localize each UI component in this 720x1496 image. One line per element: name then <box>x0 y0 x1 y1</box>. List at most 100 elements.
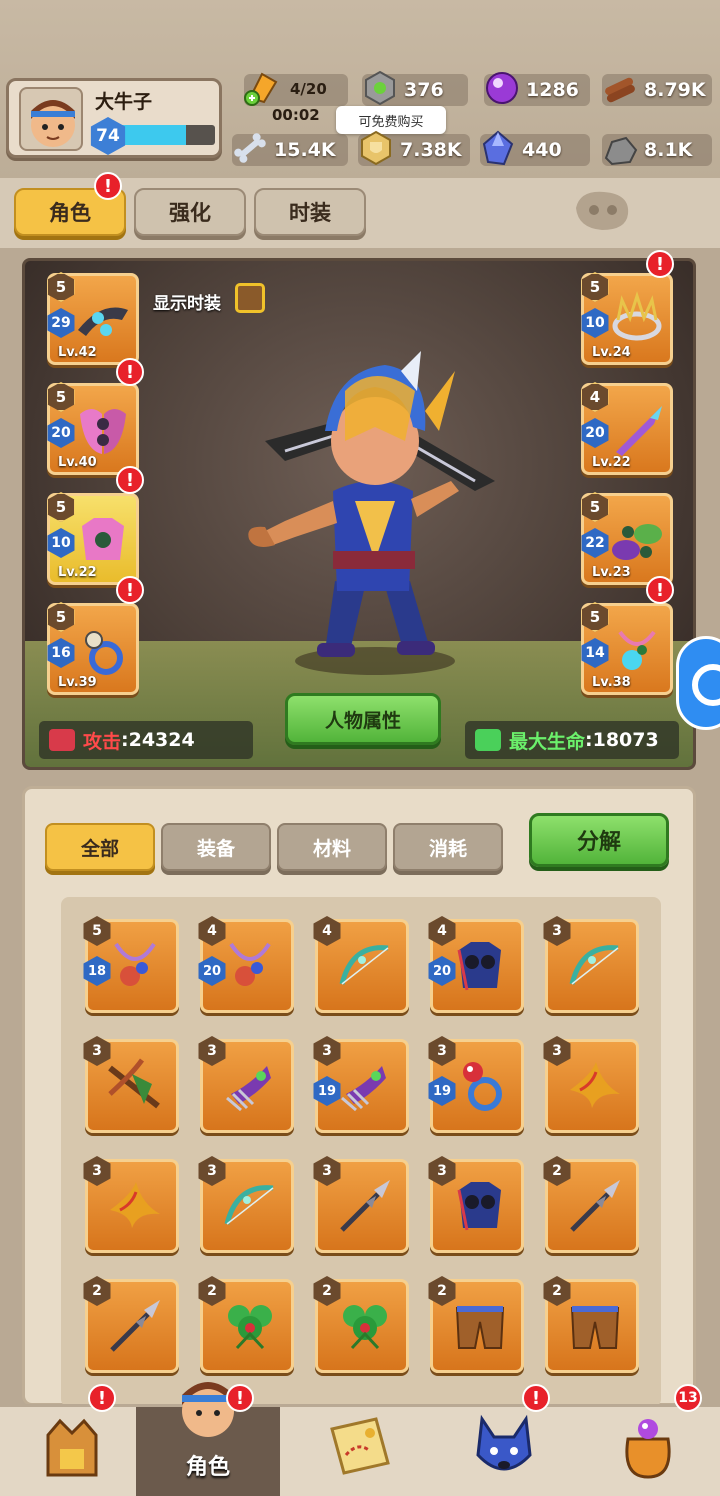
clover-icon <box>343 1305 387 1350</box>
item-level-label: Lv.38 <box>592 675 631 690</box>
purple-orb-icon <box>486 72 518 104</box>
shoulder-armor-icon <box>80 409 126 454</box>
nav-throne[interactable] <box>0 1407 144 1496</box>
filter-all[interactable]: 全部 <box>45 823 155 871</box>
inventory-item[interactable]: 3 <box>543 1036 639 1133</box>
purple-gem-resource[interactable]: 1286 <box>484 72 590 106</box>
inventory-item[interactable]: 2 <box>428 1276 524 1373</box>
tab-enhance[interactable]: 强化 <box>134 188 246 236</box>
stone-resource[interactable]: 8.1K <box>602 134 712 166</box>
nav-throne-alert-icon: ! <box>88 1384 116 1412</box>
filter-materials[interactable]: 材料 <box>277 823 387 871</box>
xp-bar <box>117 125 215 145</box>
inventory-item[interactable]: 2 <box>198 1276 294 1373</box>
equip-slot-armor[interactable]: 5 10 Lv.22 <box>47 492 139 585</box>
inventory-item[interactable]: 4 <box>313 916 409 1013</box>
equip-slot-necklace[interactable]: 5 14 Lv.38 <box>581 602 673 695</box>
bone-resource[interactable]: 15.4K <box>232 133 348 166</box>
ring-icon <box>85 631 123 675</box>
hp-stat: 最大生命 :18073 <box>465 721 679 759</box>
stone-icon <box>604 136 638 166</box>
inventory-item[interactable]: 3 <box>543 916 639 1013</box>
inventory-item[interactable]: 3 <box>198 1156 294 1253</box>
stone-value: 8.1K <box>644 139 693 161</box>
wood-value: 8.79K <box>644 79 706 101</box>
equip-alert-icon: ! <box>116 358 144 386</box>
nav-character-alert-icon: ! <box>226 1384 254 1412</box>
item-level-label: Lv.39 <box>58 675 97 690</box>
heart-icon <box>475 729 501 751</box>
spear-tip-icon <box>616 406 662 456</box>
xp-bar-fill <box>117 125 186 145</box>
equip-slot-weapon[interactable]: 5 29 Lv.42 <box>47 272 139 365</box>
spear-icon <box>110 1300 160 1352</box>
inventory-item[interactable]: 5 18 <box>83 916 179 1013</box>
inventory-item[interactable]: 3 19 <box>313 1036 409 1133</box>
inventory-item[interactable]: 2 <box>543 1156 639 1253</box>
nav-bag-count-badge: 13 <box>674 1384 702 1412</box>
equip-alert-icon: ! <box>116 466 144 494</box>
shield-coin-resource[interactable]: 7.38K <box>358 130 470 166</box>
bone-icon <box>234 133 266 163</box>
inventory-item[interactable]: 3 <box>83 1036 179 1133</box>
inventory-item[interactable]: 3 <box>198 1036 294 1133</box>
throne-icon <box>46 1418 98 1477</box>
filter-consumables[interactable]: 消耗 <box>393 823 503 871</box>
equip-slot-gloves[interactable]: 5 22 Lv.23 <box>581 492 673 585</box>
equip-slot-ring[interactable]: 5 16 Lv.39 <box>47 602 139 695</box>
inventory-item[interactable]: 3 <box>428 1156 524 1253</box>
inventory-item[interactable]: 3 <box>313 1156 409 1253</box>
pants-icon <box>570 1306 620 1349</box>
shield-coin-value: 7.38K <box>400 139 462 161</box>
stamina-timer: 00:02 <box>272 106 320 124</box>
equip-slot-helmet[interactable]: 5 10 Lv.24 <box>581 272 673 365</box>
inventory-item[interactable]: 2 <box>543 1276 639 1373</box>
hp-label: 最大生命 <box>509 730 586 753</box>
blue-crystal-icon <box>482 130 514 166</box>
show-skin-checkbox[interactable] <box>235 283 265 313</box>
equip-slot-shoulder[interactable]: 5 20 Lv.40 <box>47 382 139 475</box>
nav-map[interactable] <box>288 1407 432 1496</box>
hero-character <box>248 351 495 675</box>
necklace-icon <box>114 942 156 986</box>
inventory-item[interactable]: 4 20 <box>428 916 524 1013</box>
attack-stat: 攻击 :24324 <box>39 721 253 759</box>
armor-icon <box>457 942 501 991</box>
skull-decoration-icon <box>576 191 629 230</box>
show-skin-label: 显示时装 <box>153 294 221 314</box>
equip-slot-amulet[interactable]: 4 20 Lv.22 <box>581 382 673 475</box>
equip-alert-icon: ! <box>646 250 674 278</box>
crystal-resource[interactable]: 440 <box>480 130 590 166</box>
character-attributes-button[interactable]: 人物属性 <box>285 693 441 745</box>
equip-alert-icon: ! <box>116 576 144 604</box>
item-level-label: Lv.40 <box>58 455 97 470</box>
item-level-label: Lv.22 <box>58 565 97 580</box>
character-panel: 显示时装 5 29 Lv.42 5 20 Lv.40 5 10 Lv.22 5 … <box>22 258 696 770</box>
inventory-item[interactable]: 2 <box>313 1276 409 1373</box>
bone-value: 15.4K <box>274 139 336 161</box>
boomerang-icon <box>570 1062 620 1108</box>
gear-resource[interactable]: 376 <box>362 70 468 106</box>
inventory-item[interactable]: 3 <box>83 1156 179 1253</box>
inventory-item[interactable]: 2 <box>83 1276 179 1373</box>
nav-pet[interactable] <box>432 1407 576 1496</box>
claw-weapon-icon <box>78 307 128 336</box>
nav-bag[interactable] <box>576 1407 720 1496</box>
necklace-icon <box>229 942 271 986</box>
spear-icon <box>570 1180 620 1232</box>
attack-label: 攻击 <box>83 730 122 753</box>
filter-equipment[interactable]: 装备 <box>161 823 271 871</box>
stamina-count: 4/20 <box>290 80 327 98</box>
body-armor-icon <box>82 518 124 560</box>
player-profile[interactable]: 大牛子 74 <box>6 78 222 158</box>
tab-fashion[interactable]: 时装 <box>254 188 366 236</box>
bow-icon <box>569 945 619 985</box>
inventory-item[interactable]: 3 19 <box>428 1036 524 1133</box>
inventory-item[interactable]: 4 20 <box>198 916 294 1013</box>
avatar[interactable] <box>19 87 83 151</box>
equip-alert-icon: ! <box>646 576 674 604</box>
wood-resource[interactable]: 8.79K <box>602 74 712 106</box>
decompose-button[interactable]: 分解 <box>529 813 669 867</box>
side-gamepad-button[interactable] <box>676 636 720 730</box>
nav-character[interactable]: 角色 <box>136 1382 280 1496</box>
